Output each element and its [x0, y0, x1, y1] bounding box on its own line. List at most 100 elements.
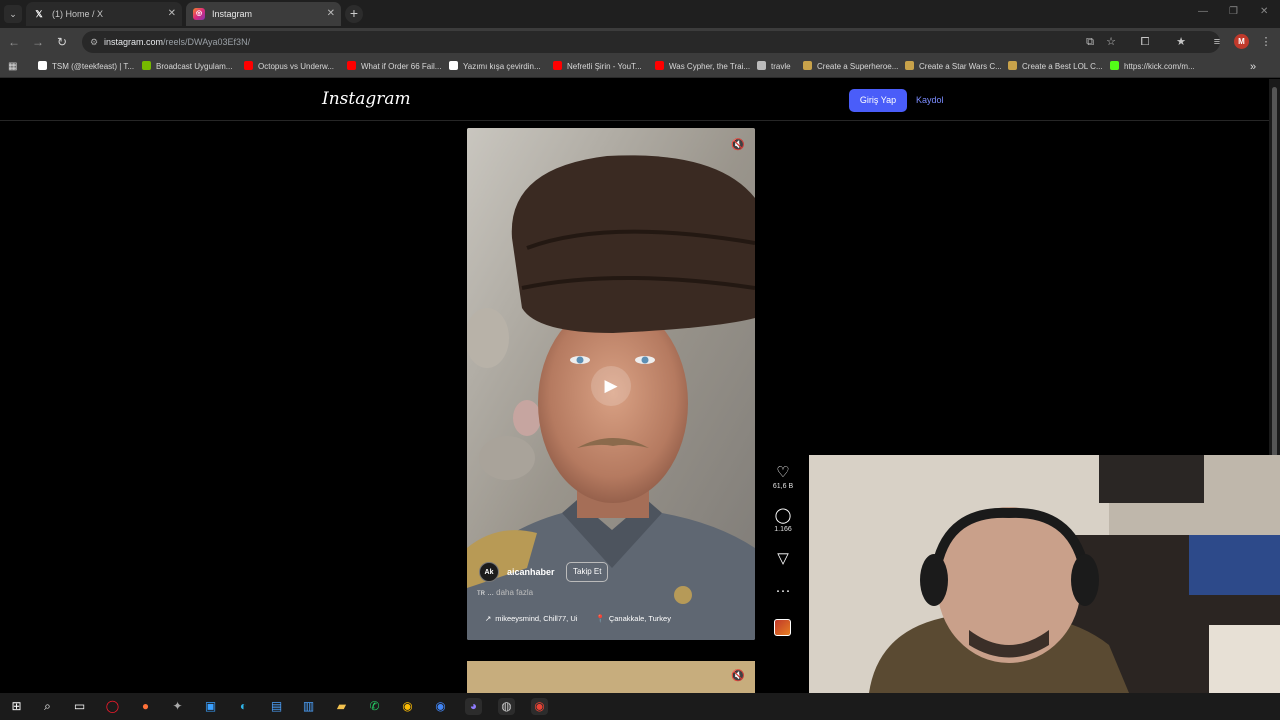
- bookmark-item[interactable]: travle: [757, 56, 797, 78]
- bookmark-item[interactable]: https://kick.com/m...: [1110, 56, 1206, 78]
- monitor-app-icon[interactable]: ▤: [268, 698, 285, 715]
- page-icon: [803, 61, 812, 70]
- instagram-logo[interactable]: Instagram: [322, 89, 411, 109]
- tab-x-home[interactable]: 𝕏 (1) Home / X ✕: [26, 2, 182, 26]
- reel-video[interactable]: 🔇 ▶ Ak aicanhaber Takip Et ᴛʀ ... daha f…: [467, 128, 755, 640]
- x-logo-icon: 𝕏: [35, 9, 43, 19]
- reload-icon[interactable]: ↻: [54, 34, 70, 50]
- tab-title: Instagram: [212, 9, 253, 19]
- discord-icon[interactable]: ◕: [465, 698, 482, 715]
- firefox-icon[interactable]: ●: [137, 698, 154, 715]
- like-action[interactable]: ♡ 61,6 B: [770, 464, 796, 492]
- app-icon[interactable]: ✦: [169, 698, 186, 715]
- youtube-icon: [244, 61, 253, 70]
- close-window-icon[interactable]: ✕: [1260, 6, 1268, 17]
- page-icon: [1008, 61, 1017, 70]
- media-controls-icon[interactable]: ≡: [1210, 35, 1224, 49]
- chrome-icon[interactable]: ◉: [399, 698, 416, 715]
- share-send-icon[interactable]: ▽: [770, 550, 796, 568]
- page-scrollbar-thumb[interactable]: [1272, 87, 1277, 457]
- windows-start-icon[interactable]: ⊞: [8, 698, 25, 715]
- bookmark-label: Create a Superheroe...: [817, 62, 899, 71]
- youtube-icon: [553, 61, 562, 70]
- extensions-icon[interactable]: ⧠: [1138, 35, 1152, 49]
- bookmark-item[interactable]: TSM (@teekfeast) | T...: [38, 56, 134, 78]
- comment-icon[interactable]: ◯: [770, 507, 796, 525]
- bookmark-item[interactable]: Octopus vs Underw...: [244, 56, 340, 78]
- task-view-icon[interactable]: ▭: [71, 698, 88, 715]
- avatar[interactable]: Ak: [479, 562, 499, 582]
- chrome-profile-icon[interactable]: ◉: [432, 698, 449, 715]
- opera-icon[interactable]: ◯: [104, 698, 121, 715]
- tab-instagram[interactable]: ◎ Instagram ✕: [186, 2, 341, 26]
- forward-arrow-icon[interactable]: →: [30, 34, 46, 50]
- muted-speaker-icon[interactable]: 🔇: [730, 668, 746, 684]
- reel-audio[interactable]: mikeeysmind, Chill77, Ui: [495, 614, 577, 623]
- chrome-active-icon[interactable]: ◉: [531, 698, 548, 715]
- browser-toolbar: ← → ↻ ⚙ instagram.com/reels/DWAya03Ef3N/…: [0, 28, 1280, 56]
- whatsapp-icon[interactable]: ✆: [366, 698, 383, 715]
- reel-location[interactable]: Çanakkale, Turkey: [609, 614, 671, 623]
- site-info-icon[interactable]: ⚙: [88, 36, 100, 48]
- comments-count: 1.166: [774, 526, 792, 533]
- bookmark-item[interactable]: Broadcast Uygulam...: [142, 56, 238, 78]
- reel-username[interactable]: aicanhaber: [507, 562, 555, 582]
- follow-button[interactable]: Takip Et: [566, 562, 609, 582]
- bookmark-label: Create a Star Wars C...: [919, 62, 1001, 71]
- browser-tab-bar: ⌄ 𝕏 (1) Home / X ✕ ◎ Instagram ✕ + — ❐ ✕: [0, 0, 1280, 28]
- page-icon: [905, 61, 914, 70]
- profile-avatar[interactable]: M: [1234, 34, 1249, 49]
- minimize-icon[interactable]: —: [1198, 6, 1208, 17]
- play-icon[interactable]: ▶: [591, 366, 631, 406]
- favorites-icon[interactable]: ★: [1174, 35, 1188, 49]
- share-action[interactable]: ▽: [770, 550, 796, 568]
- apps-grid-icon[interactable]: ▦: [8, 61, 19, 72]
- display-app-icon[interactable]: ▥: [300, 698, 317, 715]
- bookmark-item[interactable]: Yazımı kışa çevirdin...: [449, 56, 545, 78]
- bookmark-star-icon[interactable]: ☆: [1104, 35, 1118, 49]
- file-explorer-icon[interactable]: ▰: [333, 698, 350, 715]
- comment-action[interactable]: ◯ 1.166: [770, 507, 796, 535]
- close-tab-icon[interactable]: ✕: [327, 2, 335, 26]
- heart-icon[interactable]: ♡: [770, 464, 796, 482]
- signup-link[interactable]: Kaydol: [916, 89, 944, 112]
- tiktok-icon: [449, 61, 458, 70]
- more-options-action[interactable]: ···: [770, 582, 796, 600]
- bookmarks-overflow-icon[interactable]: »: [1250, 56, 1256, 78]
- audio-thumbnail[interactable]: [774, 619, 791, 636]
- address-bar[interactable]: ⚙ instagram.com/reels/DWAya03Ef3N/: [82, 31, 1220, 53]
- bookmark-item[interactable]: Nefretli Şirin - YouT...: [553, 56, 649, 78]
- bookmark-item[interactable]: Create a Superheroe...: [803, 56, 899, 78]
- search-icon[interactable]: ⌕: [39, 698, 56, 715]
- reel-caption: ᴛʀ ... daha fazla: [477, 588, 533, 597]
- bookmark-item[interactable]: What if Order 66 Fail...: [347, 56, 443, 78]
- webcam-frame: [809, 455, 1280, 693]
- install-app-icon[interactable]: ⧉: [1083, 35, 1097, 49]
- youtube-icon: [655, 61, 664, 70]
- caption-more-link[interactable]: daha fazla: [496, 588, 533, 597]
- location-pin-icon: 📍: [595, 614, 605, 623]
- tab-search-chevron-icon[interactable]: ⌄: [4, 5, 22, 23]
- tiktok-icon: [38, 61, 47, 70]
- menu-kebab-icon[interactable]: ⋮: [1259, 35, 1273, 49]
- url-text: instagram.com/reels/DWAya03Ef3N/: [104, 31, 250, 53]
- close-tab-icon[interactable]: ✕: [168, 2, 176, 26]
- next-reel-preview[interactable]: 🔇: [467, 661, 755, 693]
- restore-icon[interactable]: ❐: [1229, 6, 1238, 17]
- login-button[interactable]: Giriş Yap: [849, 89, 907, 112]
- bookmark-label: Broadcast Uygulam...: [156, 62, 233, 71]
- bookmark-item[interactable]: Create a Star Wars C...: [905, 56, 1001, 78]
- more-options-icon[interactable]: ···: [770, 582, 796, 600]
- edge-icon[interactable]: ◐: [235, 698, 252, 715]
- back-arrow-icon[interactable]: ←: [6, 34, 22, 50]
- obs-icon[interactable]: ◍: [498, 698, 515, 715]
- bookmark-item[interactable]: Was Cypher, the Trai...: [655, 56, 751, 78]
- new-tab-button[interactable]: +: [345, 5, 363, 23]
- store-icon[interactable]: ▣: [202, 698, 219, 715]
- instagram-icon: ◎: [193, 8, 205, 20]
- bookmark-label: Nefretli Şirin - YouT...: [567, 62, 642, 71]
- bookmark-item[interactable]: Create a Best LOL C...: [1008, 56, 1104, 78]
- bookmark-label: Was Cypher, the Trai...: [669, 62, 751, 71]
- muted-speaker-icon[interactable]: 🔇: [730, 137, 746, 153]
- url-path: /reels/DWAya03Ef3N/: [163, 37, 251, 47]
